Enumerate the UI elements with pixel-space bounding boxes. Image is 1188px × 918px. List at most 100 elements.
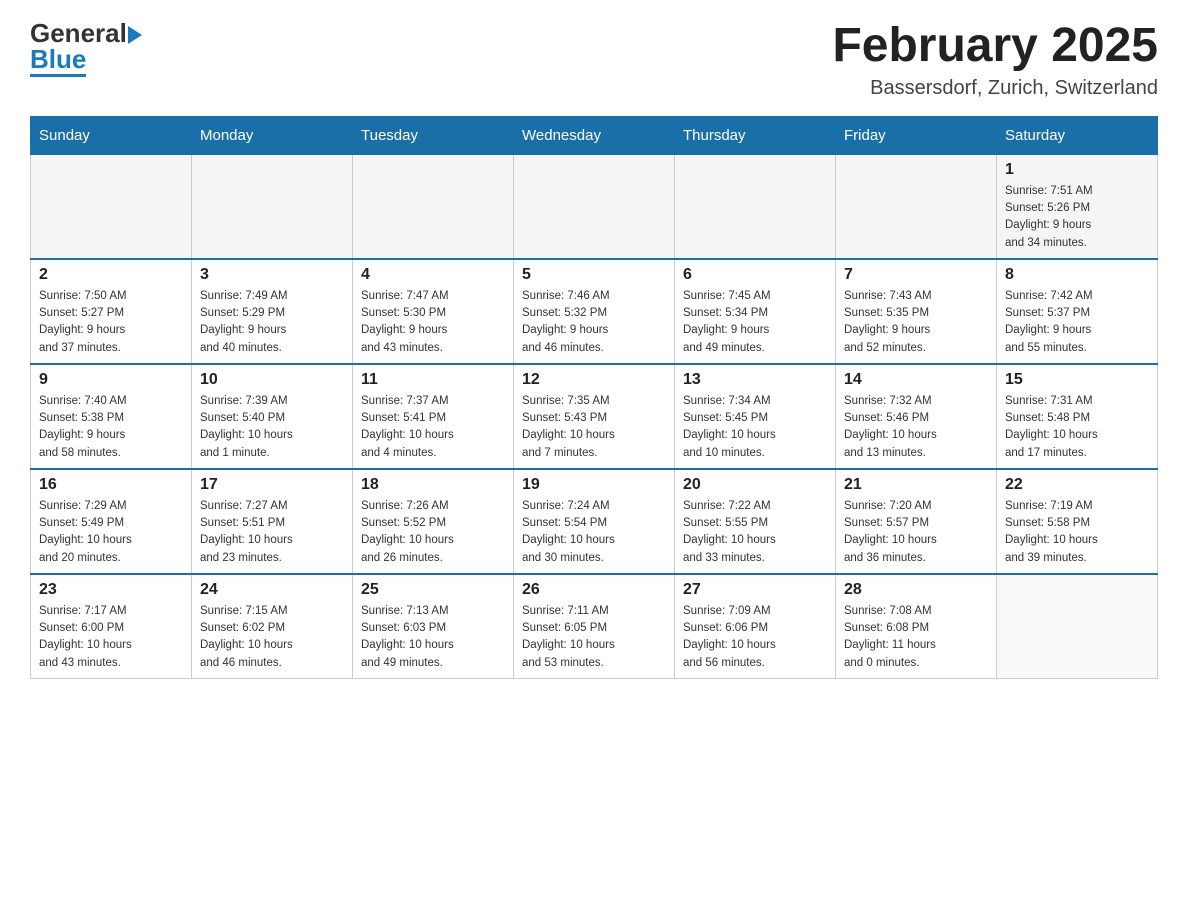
day-number: 10 — [200, 371, 344, 389]
day-info: Sunrise: 7:09 AMSunset: 6:06 PMDaylight:… — [683, 603, 827, 672]
day-info: Sunrise: 7:39 AMSunset: 5:40 PMDaylight:… — [200, 393, 344, 462]
day-number: 24 — [200, 581, 344, 599]
table-row: 26Sunrise: 7:11 AMSunset: 6:05 PMDayligh… — [514, 574, 675, 679]
day-number: 4 — [361, 266, 505, 284]
calendar-week-2: 2 Sunrise: 7:50 AMSunset: 5:27 PMDaylight… — [31, 259, 1158, 364]
day-info: Sunrise: 7:24 AMSunset: 5:54 PMDaylight:… — [522, 498, 666, 567]
day-info: Sunrise: 7:32 AMSunset: 5:46 PMDaylight:… — [844, 393, 988, 462]
day-number: 7 — [844, 266, 988, 284]
month-title: February 2025 — [832, 20, 1158, 73]
day-number: 27 — [683, 581, 827, 599]
day-info: Sunrise: 7:50 AMSunset: 5:27 PMDaylight:… — [39, 288, 183, 357]
table-row: 18Sunrise: 7:26 AMSunset: 5:52 PMDayligh… — [353, 469, 514, 574]
logo-line2: Blue — [30, 46, 86, 77]
day-number: 14 — [844, 371, 988, 389]
table-row: 1Sunrise: 7:51 AMSunset: 5:26 PMDaylight… — [997, 154, 1158, 259]
table-row — [836, 154, 997, 259]
day-info: Sunrise: 7:47 AMSunset: 5:30 PMDaylight:… — [361, 288, 505, 357]
header-sunday: Sunday — [31, 116, 192, 154]
header-tuesday: Tuesday — [353, 116, 514, 154]
day-number: 13 — [683, 371, 827, 389]
table-row: 28Sunrise: 7:08 AMSunset: 6:08 PMDayligh… — [836, 574, 997, 679]
table-row: 21 Sunrise: 7:20 AMSunset: 5:57 PMDayligh… — [836, 469, 997, 574]
day-info: Sunrise: 7:29 AMSunset: 5:49 PMDaylight:… — [39, 498, 183, 567]
table-row — [192, 154, 353, 259]
table-row: 11Sunrise: 7:37 AMSunset: 5:41 PMDayligh… — [353, 364, 514, 469]
day-info: Sunrise: 7:27 AMSunset: 5:51 PMDaylight:… — [200, 498, 344, 567]
day-info: Sunrise: 7:35 AMSunset: 5:43 PMDaylight:… — [522, 393, 666, 462]
day-number: 11 — [361, 371, 505, 389]
table-row: 19 Sunrise: 7:24 AMSunset: 5:54 PMDayligh… — [514, 469, 675, 574]
weekday-header-row: Sunday Monday Tuesday Wednesday Thursday… — [31, 116, 1158, 154]
day-info: Sunrise: 7:15 AMSunset: 6:02 PMDaylight:… — [200, 603, 344, 672]
table-row — [514, 154, 675, 259]
day-number: 15 — [1005, 371, 1149, 389]
table-row: 10 Sunrise: 7:39 AMSunset: 5:40 PMDayligh… — [192, 364, 353, 469]
day-number: 22 — [1005, 476, 1149, 494]
day-number: 2 — [39, 266, 183, 284]
day-info: Sunrise: 7:49 AMSunset: 5:29 PMDaylight:… — [200, 288, 344, 357]
day-number: 9 — [39, 371, 183, 389]
day-number: 21 — [844, 476, 988, 494]
table-row: 3Sunrise: 7:49 AMSunset: 5:29 PMDaylight… — [192, 259, 353, 364]
day-number: 25 — [361, 581, 505, 599]
day-number: 16 — [39, 476, 183, 494]
day-info: Sunrise: 7:13 AMSunset: 6:03 PMDaylight:… — [361, 603, 505, 672]
day-number: 17 — [200, 476, 344, 494]
table-row: 13 Sunrise: 7:34 AMSunset: 5:45 PMDayligh… — [675, 364, 836, 469]
day-info: Sunrise: 7:45 AMSunset: 5:34 PMDaylight:… — [683, 288, 827, 357]
day-info: Sunrise: 7:31 AMSunset: 5:48 PMDaylight:… — [1005, 393, 1149, 462]
day-number: 19 — [522, 476, 666, 494]
table-row: 24 Sunrise: 7:15 AMSunset: 6:02 PMDayligh… — [192, 574, 353, 679]
header-wednesday: Wednesday — [514, 116, 675, 154]
day-number: 8 — [1005, 266, 1149, 284]
table-row: 20 Sunrise: 7:22 AMSunset: 5:55 PMDayligh… — [675, 469, 836, 574]
day-info: Sunrise: 7:20 AMSunset: 5:57 PMDaylight:… — [844, 498, 988, 567]
table-row: 14 Sunrise: 7:32 AMSunset: 5:46 PMDayligh… — [836, 364, 997, 469]
logo-line1: General — [30, 20, 142, 46]
day-number: 20 — [683, 476, 827, 494]
header-saturday: Saturday — [997, 116, 1158, 154]
logo: General Blue — [30, 20, 142, 77]
day-info: Sunrise: 7:42 AMSunset: 5:37 PMDaylight:… — [1005, 288, 1149, 357]
title-section: February 2025 Bassersdorf, Zurich, Switz… — [832, 20, 1158, 100]
table-row — [353, 154, 514, 259]
table-row: 12 Sunrise: 7:35 AMSunset: 5:43 PMDayligh… — [514, 364, 675, 469]
table-row — [675, 154, 836, 259]
calendar-week-1: 1Sunrise: 7:51 AMSunset: 5:26 PMDaylight… — [31, 154, 1158, 259]
day-info: Sunrise: 7:43 AMSunset: 5:35 PMDaylight:… — [844, 288, 988, 357]
day-info: Sunrise: 7:22 AMSunset: 5:55 PMDaylight:… — [683, 498, 827, 567]
day-number: 1 — [1005, 161, 1149, 179]
table-row — [31, 154, 192, 259]
day-number: 23 — [39, 581, 183, 599]
table-row: 9 Sunrise: 7:40 AMSunset: 5:38 PMDaylight… — [31, 364, 192, 469]
day-number: 12 — [522, 371, 666, 389]
day-info: Sunrise: 7:26 AMSunset: 5:52 PMDaylight:… — [361, 498, 505, 567]
calendar-week-3: 9 Sunrise: 7:40 AMSunset: 5:38 PMDaylight… — [31, 364, 1158, 469]
calendar-week-4: 16 Sunrise: 7:29 AMSunset: 5:49 PMDayligh… — [31, 469, 1158, 574]
day-number: 26 — [522, 581, 666, 599]
table-row: 23 Sunrise: 7:17 AMSunset: 6:00 PMDayligh… — [31, 574, 192, 679]
day-info: Sunrise: 7:17 AMSunset: 6:00 PMDaylight:… — [39, 603, 183, 672]
table-row: 27 Sunrise: 7:09 AMSunset: 6:06 PMDayligh… — [675, 574, 836, 679]
day-info: Sunrise: 7:40 AMSunset: 5:38 PMDaylight:… — [39, 393, 183, 462]
calendar-week-5: 23 Sunrise: 7:17 AMSunset: 6:00 PMDayligh… — [31, 574, 1158, 679]
table-row: 22 Sunrise: 7:19 AMSunset: 5:58 PMDayligh… — [997, 469, 1158, 574]
table-row: 16 Sunrise: 7:29 AMSunset: 5:49 PMDayligh… — [31, 469, 192, 574]
table-row: 2 Sunrise: 7:50 AMSunset: 5:27 PMDaylight… — [31, 259, 192, 364]
table-row: 5 Sunrise: 7:46 AMSunset: 5:32 PMDaylight… — [514, 259, 675, 364]
day-number: 5 — [522, 266, 666, 284]
day-info: Sunrise: 7:46 AMSunset: 5:32 PMDaylight:… — [522, 288, 666, 357]
table-row — [997, 574, 1158, 679]
day-number: 28 — [844, 581, 988, 599]
table-row: 17 Sunrise: 7:27 AMSunset: 5:51 PMDayligh… — [192, 469, 353, 574]
header-friday: Friday — [836, 116, 997, 154]
table-row: 15 Sunrise: 7:31 AMSunset: 5:48 PMDayligh… — [997, 364, 1158, 469]
table-row: 4 Sunrise: 7:47 AMSunset: 5:30 PMDaylight… — [353, 259, 514, 364]
calendar-table: Sunday Monday Tuesday Wednesday Thursday… — [30, 116, 1158, 679]
table-row: 7 Sunrise: 7:43 AMSunset: 5:35 PMDaylight… — [836, 259, 997, 364]
location-subtitle: Bassersdorf, Zurich, Switzerland — [832, 77, 1158, 100]
table-row: 25 Sunrise: 7:13 AMSunset: 6:03 PMDayligh… — [353, 574, 514, 679]
day-info: Sunrise: 7:34 AMSunset: 5:45 PMDaylight:… — [683, 393, 827, 462]
day-info: Sunrise: 7:19 AMSunset: 5:58 PMDaylight:… — [1005, 498, 1149, 567]
